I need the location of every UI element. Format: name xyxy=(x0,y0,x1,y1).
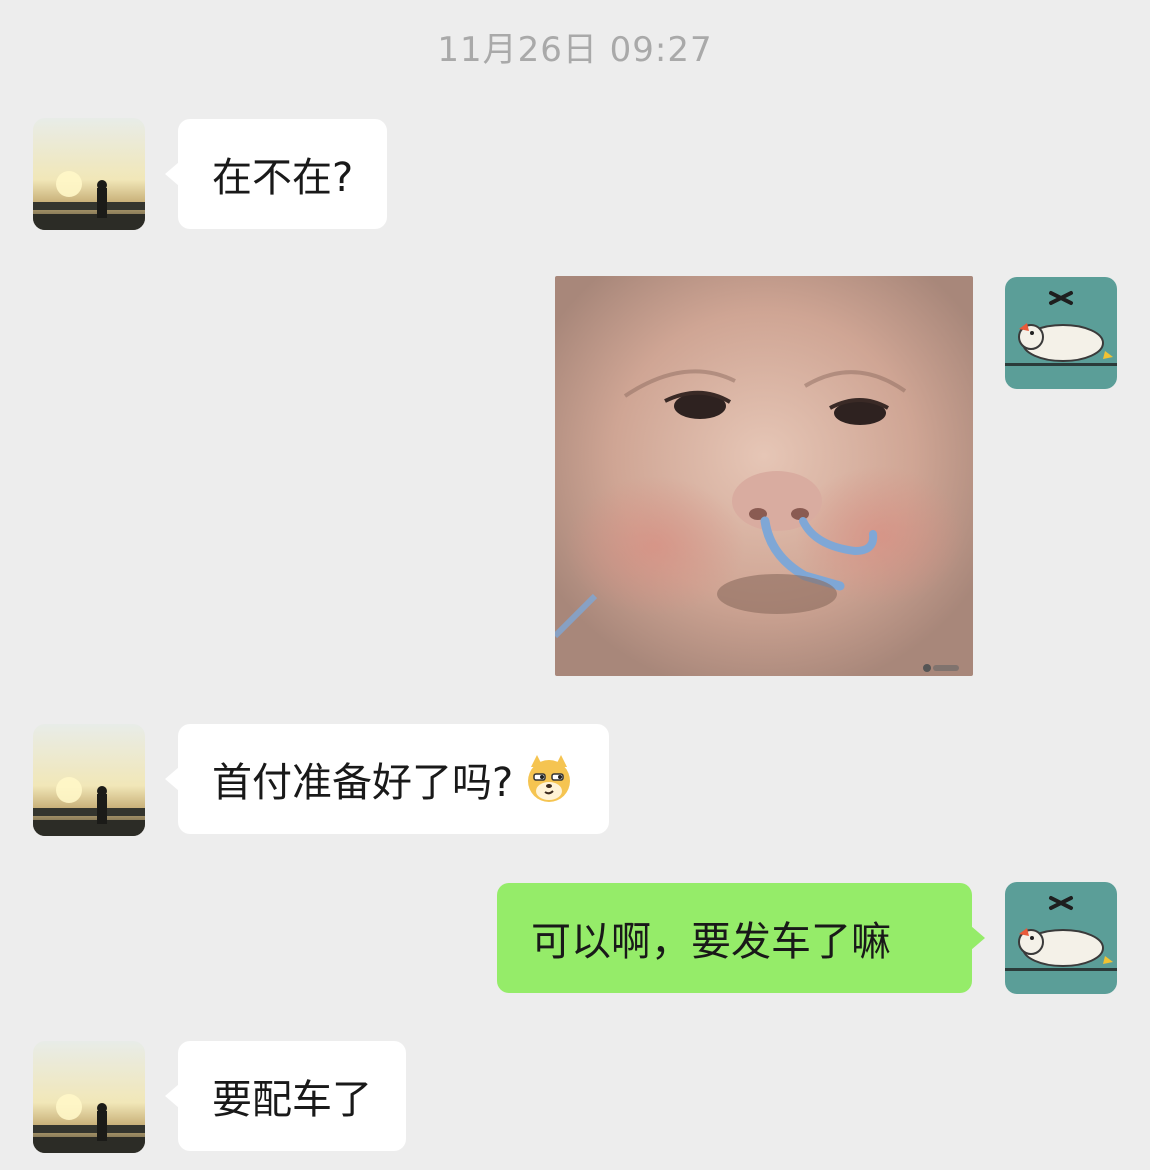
message-text: 首付准备好了吗? xyxy=(212,760,514,806)
message-text: 可以啊，要发车了嘛 xyxy=(531,919,891,965)
message-text: 要配车了 xyxy=(212,1077,372,1123)
contact-avatar[interactable] xyxy=(33,1041,145,1153)
dog-smirk-emoji-icon xyxy=(523,753,575,805)
message-timestamp: 11月26日 09:27 xyxy=(437,30,713,70)
incoming-message-bubble[interactable]: 要配车了 xyxy=(165,1041,406,1151)
my-avatar[interactable] xyxy=(1005,882,1117,994)
my-avatar[interactable] xyxy=(1005,277,1117,389)
contact-avatar[interactable] xyxy=(33,724,145,836)
outgoing-message-bubble[interactable]: 可以啊，要发车了嘛 xyxy=(497,883,985,993)
contact-avatar[interactable] xyxy=(33,118,145,230)
incoming-message-bubble[interactable]: 在不在? xyxy=(164,119,388,229)
baby-runny-nose-sticker[interactable] xyxy=(555,276,973,676)
message-text: 在不在? xyxy=(212,155,354,201)
incoming-message-bubble[interactable]: 首付准备好了吗? xyxy=(164,724,610,834)
